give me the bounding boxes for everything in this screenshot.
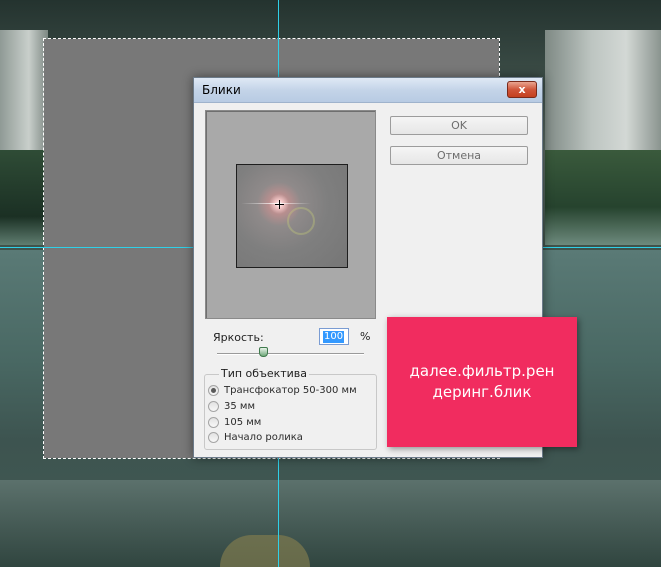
left-trees — [0, 150, 48, 245]
ok-button[interactable]: OK — [390, 116, 528, 135]
water-reflection — [0, 480, 661, 567]
radio-icon[interactable] — [208, 416, 219, 428]
radio-icon[interactable] — [208, 431, 219, 443]
lens-option-35mm[interactable]: 35 мм — [208, 399, 255, 413]
brightness-label: Яркость: — [213, 331, 264, 344]
close-button[interactable]: x — [507, 81, 537, 98]
brightness-value: 100 — [323, 331, 345, 343]
brightness-input[interactable]: 100 — [319, 328, 349, 345]
lens-option-label: Начало ролика — [224, 431, 303, 443]
right-trees — [545, 150, 661, 245]
brightness-slider-thumb[interactable] — [259, 347, 268, 357]
dialog-titlebar[interactable]: Блики x — [194, 78, 542, 103]
lens-option-label: 35 мм — [224, 400, 255, 412]
lens-option-105mm[interactable]: 105 мм — [208, 415, 261, 429]
annotation-card: далее.фильтр.рен деринг.блик — [387, 317, 577, 447]
brightness-slider-track[interactable] — [217, 353, 364, 355]
dialog-title: Блики — [202, 83, 241, 97]
flare-preview-thumbnail[interactable] — [236, 164, 348, 268]
lens-option-label: Трансфокатор 50-300 мм — [224, 384, 357, 396]
cancel-button[interactable]: Отмена — [390, 146, 528, 165]
close-icon: x — [518, 83, 526, 96]
lens-option-label: 105 мм — [224, 416, 262, 428]
lens-option-movie-prime[interactable]: Начало ролика — [208, 430, 303, 444]
lens-type-title: Тип объектива — [219, 367, 310, 380]
flare-ring — [287, 207, 315, 235]
flare-preview-area — [205, 110, 376, 319]
radio-icon[interactable] — [208, 400, 219, 412]
annotation-line-1: далее.фильтр.рен — [409, 362, 555, 380]
brightness-unit: % — [360, 330, 371, 343]
annotation-line-2: деринг.блик — [432, 383, 532, 401]
flare-center-crosshair-icon[interactable] — [275, 200, 284, 209]
radio-selected-icon[interactable] — [208, 384, 219, 396]
lens-option-zoom[interactable]: Трансфокатор 50-300 мм — [208, 383, 357, 397]
